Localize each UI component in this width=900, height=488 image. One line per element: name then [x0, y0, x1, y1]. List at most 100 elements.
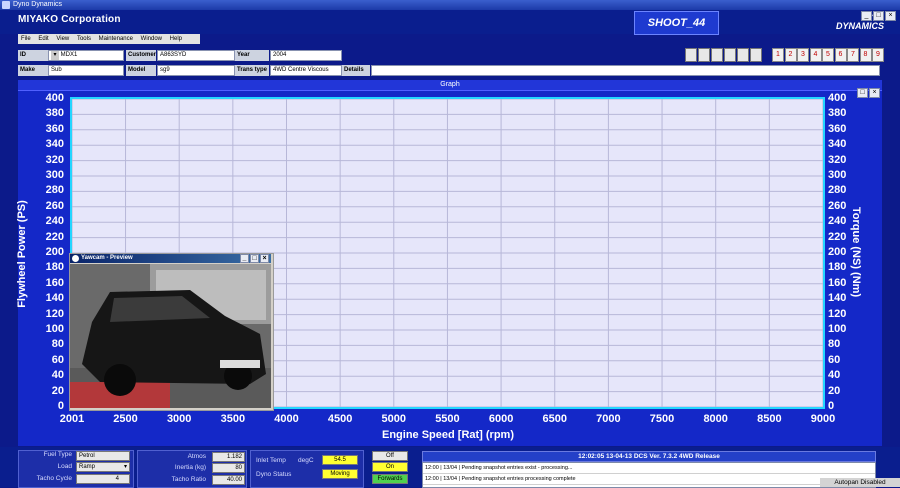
- menu-help[interactable]: Help: [170, 36, 182, 42]
- camera-minimize-icon[interactable]: _: [240, 254, 249, 263]
- x-tick: 6500: [542, 413, 567, 425]
- x-tick: 4500: [327, 413, 353, 425]
- y-tick-left: 280: [45, 184, 64, 197]
- dyno-status-label: Dyno Status: [256, 471, 292, 478]
- trans-label: Trans type: [235, 65, 269, 76]
- y-tick-right: 100: [828, 323, 847, 335]
- y-tick-left: 0: [57, 400, 64, 412]
- preset-button-1[interactable]: 1: [772, 48, 784, 62]
- y-tick-left: 160: [45, 276, 64, 289]
- document-icon[interactable]: [698, 48, 710, 62]
- x-tick: 7500: [649, 413, 675, 425]
- preset-button-8[interactable]: 8: [859, 48, 872, 62]
- y-tick-left: 20: [51, 384, 64, 397]
- camera-icon: [72, 255, 79, 262]
- y-tick-left: 60: [51, 353, 64, 366]
- menu-edit[interactable]: Edit: [38, 36, 48, 42]
- y-tick-right: 300: [828, 169, 847, 181]
- event-log[interactable]: 12:00 | 13/04 | Pending snapshot entries…: [422, 462, 876, 488]
- x-tick: 3500: [220, 413, 246, 425]
- app-icon: [2, 1, 10, 9]
- id-dropdown-icon[interactable]: ▾: [51, 51, 59, 60]
- y-tick-left: 220: [45, 230, 64, 243]
- y-tick-left: 40: [51, 369, 64, 382]
- menu-tools[interactable]: Tools: [77, 36, 91, 42]
- x-tick: 4000: [274, 413, 299, 425]
- camera-close-icon[interactable]: ×: [260, 254, 269, 263]
- tacho-cycle-select[interactable]: 4: [76, 474, 130, 484]
- y-tick-left: 240: [45, 215, 64, 228]
- model-label: Model: [126, 65, 156, 76]
- year-label: Year: [235, 50, 269, 61]
- print-icon[interactable]: [685, 48, 697, 62]
- list-icon[interactable]: [750, 48, 762, 62]
- customer-label: Customer: [126, 50, 156, 61]
- off-button[interactable]: Off: [372, 451, 408, 461]
- on-button[interactable]: On: [372, 462, 408, 472]
- graph-title: Graph: [18, 80, 882, 91]
- x-tick: 5000: [381, 413, 407, 425]
- camera-titlebar: Yawcam - Preview _ □ ×: [70, 254, 271, 263]
- preset-button-7[interactable]: 7: [847, 48, 859, 62]
- year-field[interactable]: 2004: [270, 50, 342, 61]
- inlet-temp-label: Inlet Temp: [256, 457, 286, 464]
- toolbar-icons: [685, 48, 763, 67]
- x-tick: 7000: [596, 413, 621, 425]
- chart-icon[interactable]: [711, 48, 723, 62]
- preset-button-5[interactable]: 5: [822, 48, 834, 62]
- y-tick-left: 80: [51, 338, 64, 351]
- id-value: MDX1: [60, 52, 78, 58]
- preset-button-3[interactable]: 3: [797, 48, 809, 62]
- y-tick-right: 0: [828, 400, 835, 412]
- maximize-icon[interactable]: □: [873, 11, 884, 21]
- fuel-type-field[interactable]: Petrol: [76, 451, 130, 461]
- model-field[interactable]: sg9: [157, 65, 235, 76]
- x-axis-label: Engine Speed [Rat] (rpm): [382, 429, 515, 441]
- preset-button-9[interactable]: 9: [872, 48, 884, 62]
- load-dropdown-icon[interactable]: ▾: [124, 463, 127, 471]
- menu-file[interactable]: File: [21, 36, 31, 42]
- camera-preview-window[interactable]: [69, 253, 274, 411]
- forwards-button[interactable]: Forwards: [372, 474, 408, 484]
- menu-view[interactable]: View: [56, 36, 69, 42]
- make-field[interactable]: Sub: [48, 65, 124, 76]
- y-tick-left: 300: [45, 169, 64, 181]
- menu-maintenance[interactable]: Maintenance: [99, 36, 133, 42]
- y-tick-right: 340: [828, 138, 847, 151]
- close-icon[interactable]: ×: [885, 11, 896, 21]
- y-tick-left: 360: [45, 122, 64, 135]
- camera-title: Yawcam - Preview: [81, 255, 133, 261]
- y-tick-left: 380: [45, 107, 64, 120]
- log-line: 12:00 | 13/04 | Pending snapshot entries…: [423, 474, 875, 485]
- make-label: Make: [18, 65, 48, 76]
- preset-button-4[interactable]: 4: [809, 48, 822, 62]
- y-tick-right: 20: [828, 384, 841, 397]
- menu-window[interactable]: Window: [141, 36, 162, 42]
- table-icon[interactable]: [737, 48, 749, 62]
- y-tick-right: 400: [828, 92, 847, 104]
- version-status: 12:02:05 13-04-13 DCS Ver. 7.3.2 4WD Rel…: [422, 451, 876, 462]
- atmos-label: Atmos: [187, 453, 206, 460]
- window-controls: _ □ ×: [860, 4, 896, 22]
- id-label: ID: [18, 50, 48, 61]
- preset-button-6[interactable]: 6: [834, 48, 847, 62]
- customer-field[interactable]: A863SYD: [157, 50, 235, 61]
- menu-bar: File Edit View Tools Maintenance Window …: [18, 34, 200, 44]
- camera-maximize-icon[interactable]: □: [250, 254, 259, 263]
- minimize-icon[interactable]: _: [861, 11, 872, 21]
- trans-field[interactable]: 4WD Centre Viscous: [270, 65, 342, 76]
- graph-close-icon[interactable]: ×: [869, 88, 880, 98]
- log-line: 12:00 | 13/04 | Pending snapshot entries…: [423, 463, 875, 474]
- y-tick-left: 340: [45, 138, 64, 151]
- y-tick-right: 280: [828, 184, 847, 197]
- y-tick-right: 40: [828, 369, 841, 382]
- id-field[interactable]: ▾ MDX1: [48, 50, 124, 61]
- tacho-cycle-label: Tacho Cycle: [36, 475, 72, 482]
- brand-line2: DYNAMICS: [835, 21, 884, 31]
- load-select[interactable]: Ramp ▾: [76, 462, 130, 472]
- preset-button-2[interactable]: 2: [784, 48, 797, 62]
- y-tick-left: 320: [45, 153, 64, 166]
- details-label: Details: [342, 65, 370, 76]
- grid-icon[interactable]: [724, 48, 736, 62]
- details-field[interactable]: [371, 65, 880, 76]
